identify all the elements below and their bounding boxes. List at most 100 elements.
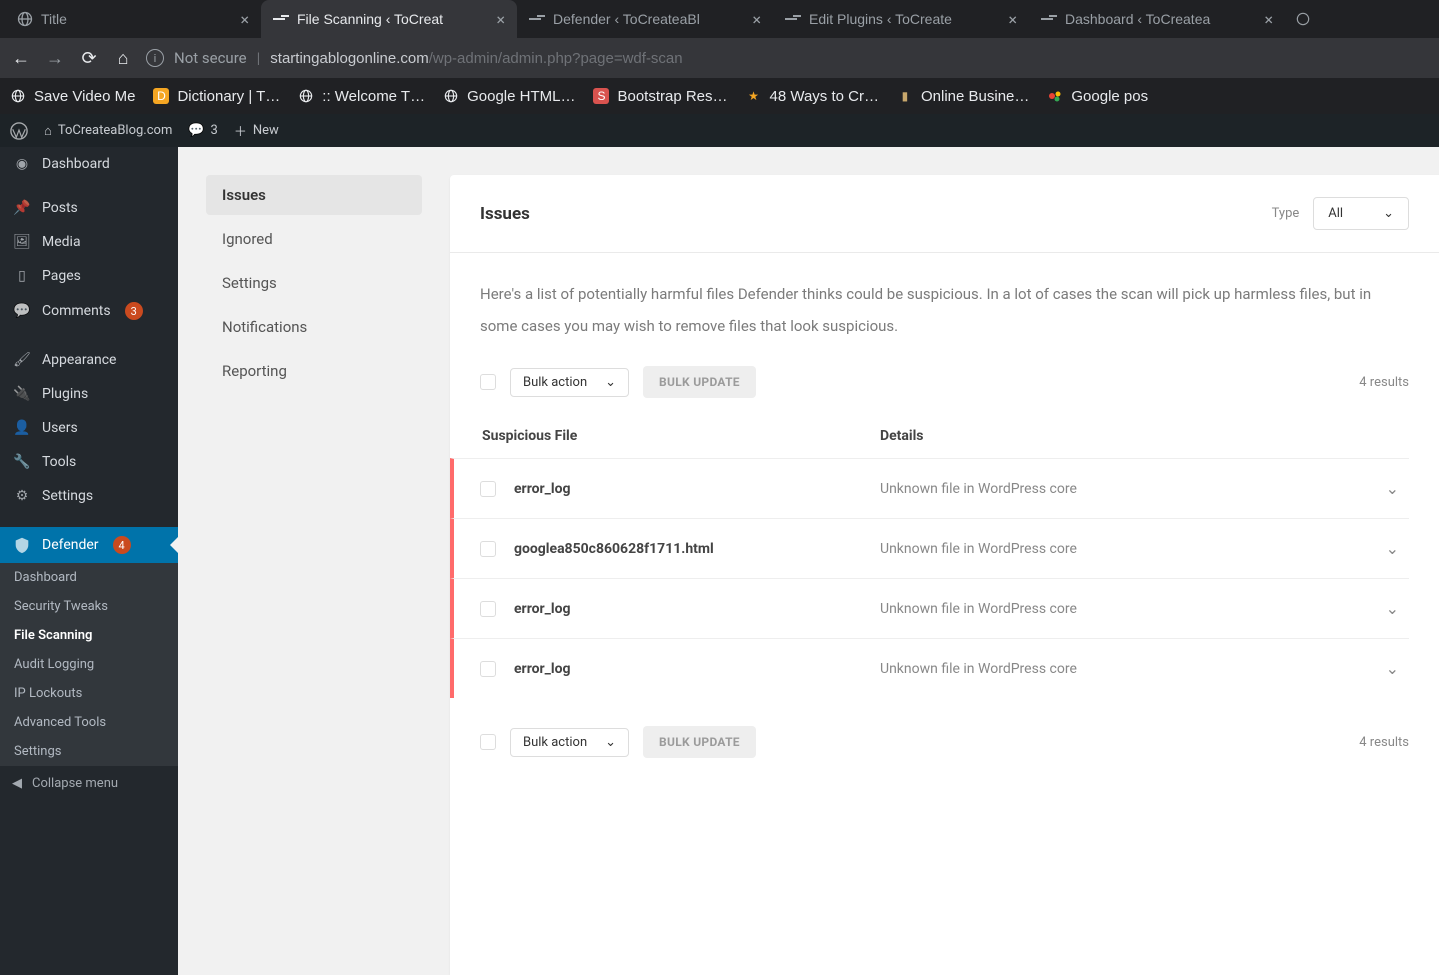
bulk-action-select[interactable]: Bulk action⌄ — [510, 368, 629, 397]
bookmarks-bar: Save Video Me DDictionary | T… :: Welcom… — [0, 78, 1439, 114]
menu-appearance[interactable]: 🖌Appearance — [0, 343, 178, 377]
bookmark[interactable]: Google HTML… — [443, 88, 575, 105]
bookmark-label: Bootstrap Res… — [617, 88, 727, 105]
forward-button[interactable]: → — [44, 48, 66, 69]
local-tabs: Issues Ignored Settings Notifications Re… — [206, 175, 422, 975]
bookmark[interactable]: Save Video Me — [10, 88, 135, 105]
reload-button[interactable]: ⟳ — [78, 48, 100, 69]
menu-media[interactable]: 🖼Media — [0, 225, 178, 259]
menu-settings[interactable]: ⚙Settings — [0, 479, 178, 513]
back-button[interactable]: ← — [10, 48, 32, 69]
bulk-update-button[interactable]: BULK UPDATE — [643, 726, 756, 758]
admin-menu: ◉Dashboard 📌Posts 🖼Media ▯Pages 💬Comment… — [0, 147, 178, 975]
info-icon[interactable]: i — [146, 49, 164, 67]
home-icon: ⌂ — [44, 123, 52, 139]
bookmark-label: Dictionary | T… — [177, 88, 280, 105]
bookmark[interactable]: Google pos — [1047, 88, 1148, 105]
collapse-menu[interactable]: ◀Collapse menu — [0, 766, 178, 801]
home-button[interactable]: ⌂ — [112, 48, 134, 69]
bookmark[interactable]: DDictionary | T… — [153, 88, 280, 105]
select-all-checkbox[interactable] — [480, 734, 496, 750]
comments-link[interactable]: 💬3 — [188, 123, 218, 138]
bookmark[interactable]: SBootstrap Res… — [593, 88, 727, 105]
tab-ignored[interactable]: Ignored — [206, 219, 422, 259]
new-content[interactable]: ＋New — [234, 121, 279, 140]
fav-icon — [1047, 88, 1063, 104]
menu-defender[interactable]: Defender4 — [0, 527, 178, 563]
comment-icon: 💬 — [12, 303, 32, 319]
chevron-down-icon[interactable]: ⌄ — [1386, 659, 1409, 678]
type-select[interactable]: All ⌄ — [1313, 197, 1409, 230]
type-label: Type — [1272, 206, 1300, 221]
menu-posts[interactable]: 📌Posts — [0, 191, 178, 225]
chevron-down-icon[interactable]: ⌄ — [1386, 479, 1409, 498]
menu-users[interactable]: 👤Users — [0, 411, 178, 445]
site-name: ToCreateaBlog.com — [58, 123, 173, 138]
tab-notifications[interactable]: Notifications — [206, 307, 422, 347]
chevron-down-icon[interactable]: ⌄ — [1386, 599, 1409, 618]
sub-audit-logging[interactable]: Audit Logging — [0, 650, 178, 679]
close-icon[interactable]: × — [240, 10, 249, 29]
tab-reporting[interactable]: Reporting — [206, 351, 422, 391]
bulk-update-button[interactable]: BULK UPDATE — [643, 366, 756, 398]
file-name: googlea850c860628f1711.html — [514, 541, 880, 557]
results-count: 4 results — [1359, 375, 1409, 390]
collapse-label: Collapse menu — [32, 776, 118, 791]
browser-tab-active[interactable]: File Scanning ‹ ToCreat × — [261, 0, 517, 38]
bookmark[interactable]: :: Welcome T… — [298, 88, 425, 105]
shield-icon — [12, 536, 32, 554]
table-row[interactable]: googlea850c860628f1711.html Unknown file… — [450, 518, 1409, 578]
wp-logo[interactable] — [10, 122, 28, 140]
page-icon: ▯ — [12, 268, 32, 284]
table-row[interactable]: error_log Unknown file in WordPress core… — [450, 458, 1409, 518]
sub-ip-lockouts[interactable]: IP Lockouts — [0, 679, 178, 708]
browser-tab-overflow[interactable] — [1285, 0, 1321, 38]
sub-file-scanning[interactable]: File Scanning — [0, 621, 178, 650]
site-link[interactable]: ⌂ ToCreateaBlog.com — [44, 123, 172, 139]
sub-advanced-tools[interactable]: Advanced Tools — [0, 708, 178, 737]
bookmark-label: Google HTML… — [467, 88, 575, 105]
menu-label: Appearance — [42, 352, 116, 368]
tab-settings[interactable]: Settings — [206, 263, 422, 303]
menu-tools[interactable]: 🔧Tools — [0, 445, 178, 479]
menu-label: Dashboard — [42, 156, 110, 172]
close-icon[interactable]: × — [1008, 10, 1017, 29]
select-all-checkbox[interactable] — [480, 374, 496, 390]
sub-dashboard[interactable]: Dashboard — [0, 563, 178, 592]
panel-body: Here's a list of potentially harmful fil… — [450, 253, 1439, 788]
panel-header: Issues Type All ⌄ — [450, 175, 1439, 253]
menu-pages[interactable]: ▯Pages — [0, 259, 178, 293]
close-icon[interactable]: × — [496, 10, 505, 29]
row-checkbox[interactable] — [480, 481, 496, 497]
close-icon[interactable]: × — [752, 10, 761, 29]
table-row[interactable]: error_log Unknown file in WordPress core… — [450, 578, 1409, 638]
close-icon[interactable]: × — [1264, 10, 1273, 29]
row-checkbox[interactable] — [480, 541, 496, 557]
tab-label: File Scanning ‹ ToCreat — [297, 11, 488, 27]
new-label: New — [253, 123, 279, 138]
row-checkbox[interactable] — [480, 601, 496, 617]
bookmark[interactable]: ▮Online Busine… — [897, 88, 1029, 105]
bulk-action-select[interactable]: Bulk action⌄ — [510, 728, 629, 757]
menu-dashboard[interactable]: ◉Dashboard — [0, 147, 178, 181]
url-field[interactable]: i Not secure | startingablogonline.com/w… — [146, 49, 1429, 67]
badge: 3 — [125, 302, 143, 320]
browser-tab[interactable]: Edit Plugins ‹ ToCreate × — [773, 0, 1029, 38]
sub-settings[interactable]: Settings — [0, 737, 178, 766]
row-checkbox[interactable] — [480, 661, 496, 677]
bookmark-label: Online Busine… — [921, 88, 1029, 105]
bookmark[interactable]: ★48 Ways to Cr… — [746, 88, 879, 105]
chevron-down-icon[interactable]: ⌄ — [1386, 539, 1409, 558]
browser-tab[interactable]: Dashboard ‹ ToCreatea × — [1029, 0, 1285, 38]
tab-issues[interactable]: Issues — [206, 175, 422, 215]
sub-security-tweaks[interactable]: Security Tweaks — [0, 592, 178, 621]
browser-tab[interactable]: Defender ‹ ToCreateaBl × — [517, 0, 773, 38]
tab-label: Dashboard ‹ ToCreatea — [1065, 11, 1256, 27]
menu-plugins[interactable]: 🔌Plugins — [0, 377, 178, 411]
table-row[interactable]: error_log Unknown file in WordPress core… — [450, 638, 1409, 698]
chevron-down-icon: ⌄ — [1383, 206, 1394, 221]
browser-tab[interactable]: Title × — [5, 0, 261, 38]
table-header: Suspicious File Details — [480, 398, 1409, 458]
menu-comments[interactable]: 💬Comments3 — [0, 293, 178, 329]
address-bar: ← → ⟳ ⌂ i Not secure | startingablogonli… — [0, 38, 1439, 78]
